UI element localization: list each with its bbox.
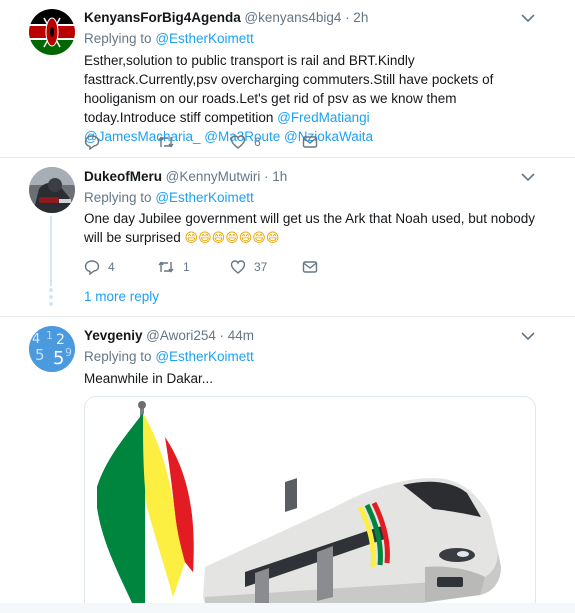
tweet-time[interactable]: · 44m xyxy=(220,328,255,343)
retweet-button[interactable] xyxy=(157,133,183,151)
replying-to-link[interactable]: @EstherKoimett xyxy=(155,349,254,364)
retweet-icon xyxy=(158,136,174,148)
message-icon xyxy=(302,261,318,273)
message-button[interactable] xyxy=(302,258,318,276)
like-button[interactable]: 6 xyxy=(230,133,261,151)
like-icon xyxy=(230,260,246,274)
svg-text:1: 1 xyxy=(46,329,53,342)
retweet-count: 1 xyxy=(183,260,190,274)
replying-to: Replying to @EstherKoimett xyxy=(84,31,254,46)
message-button[interactable] xyxy=(302,133,318,151)
numbers-avatar[interactable]: 4 1 2 5 5 9 xyxy=(29,326,75,372)
tweet-text: Meanwhile in Dakar... xyxy=(84,371,214,386)
chevron-down-icon[interactable] xyxy=(521,172,535,182)
user-handle[interactable]: @Awori254 xyxy=(146,328,216,343)
chevron-down-icon[interactable] xyxy=(521,331,535,341)
senegal-flag-and-train-image[interactable] xyxy=(84,396,536,613)
tweet-header: DukeofMeru @KennyMutwiri · 1h xyxy=(84,168,287,185)
tweet-time[interactable]: · 2h xyxy=(345,10,368,25)
kenya-flag-avatar[interactable] xyxy=(29,9,75,55)
tweet-1[interactable]: KenyansForBig4Agenda @kenyans4big4 · 2h … xyxy=(0,0,575,157)
reply-button[interactable] xyxy=(84,133,108,151)
thread-line xyxy=(50,216,52,286)
replying-to: Replying to @EstherKoimett xyxy=(84,349,254,364)
like-count: 6 xyxy=(254,135,261,149)
reply-count: 4 xyxy=(108,260,115,274)
svg-text:5: 5 xyxy=(35,346,45,364)
reply-icon xyxy=(84,135,100,150)
reply-button[interactable]: 4 xyxy=(84,258,115,276)
emoji-grin-icons: 😄😄😄😄😄😄😄 xyxy=(184,231,280,246)
chevron-down-icon[interactable] xyxy=(521,13,535,23)
svg-text:5: 5 xyxy=(53,348,64,369)
more-replies-link[interactable]: 1 more reply xyxy=(84,289,159,304)
tweet-text: One day Jubilee government will get us t… xyxy=(84,211,536,246)
svg-text:4: 4 xyxy=(32,332,40,347)
tweet-header: KenyansForBig4Agenda @kenyans4big4 · 2h xyxy=(84,9,368,26)
reply-icon xyxy=(84,260,100,275)
message-icon xyxy=(302,136,318,148)
tweet-text: Esther,solution to public transport is r… xyxy=(84,53,494,144)
mention-link[interactable]: @FredMatiangi xyxy=(277,110,370,125)
like-icon xyxy=(230,135,246,149)
thread-dots xyxy=(49,288,53,309)
replying-to-link[interactable]: @EstherKoimett xyxy=(155,190,254,205)
retweet-button[interactable]: 1 xyxy=(157,258,190,276)
display-name[interactable]: Yevgeniy xyxy=(84,328,143,343)
tweet-2[interactable]: DukeofMeru @KennyMutwiri · 1h Replying t… xyxy=(0,158,575,315)
replying-to: Replying to @EstherKoimett xyxy=(84,190,254,205)
display-name[interactable]: KenyansForBig4Agenda xyxy=(84,10,241,25)
tweet-actions: 6 xyxy=(84,133,324,151)
replying-to-link[interactable]: @EstherKoimett xyxy=(155,31,254,46)
photo-avatar[interactable] xyxy=(29,167,75,213)
page-bottom-edge xyxy=(0,603,575,613)
tweet-actions: 4 1 37 xyxy=(84,258,324,276)
display-name[interactable]: DukeofMeru xyxy=(84,169,162,184)
svg-text:2: 2 xyxy=(56,332,65,348)
retweet-icon xyxy=(158,261,174,273)
user-handle[interactable]: @kenyans4big4 xyxy=(244,10,341,25)
like-count: 37 xyxy=(254,260,268,274)
tweet-header: Yevgeniy @Awori254 · 44m xyxy=(84,327,254,344)
svg-text:9: 9 xyxy=(65,346,72,359)
like-button[interactable]: 37 xyxy=(230,258,267,276)
tweet-time[interactable]: · 1h xyxy=(264,169,287,184)
user-handle[interactable]: @KennyMutwiri xyxy=(166,169,261,184)
